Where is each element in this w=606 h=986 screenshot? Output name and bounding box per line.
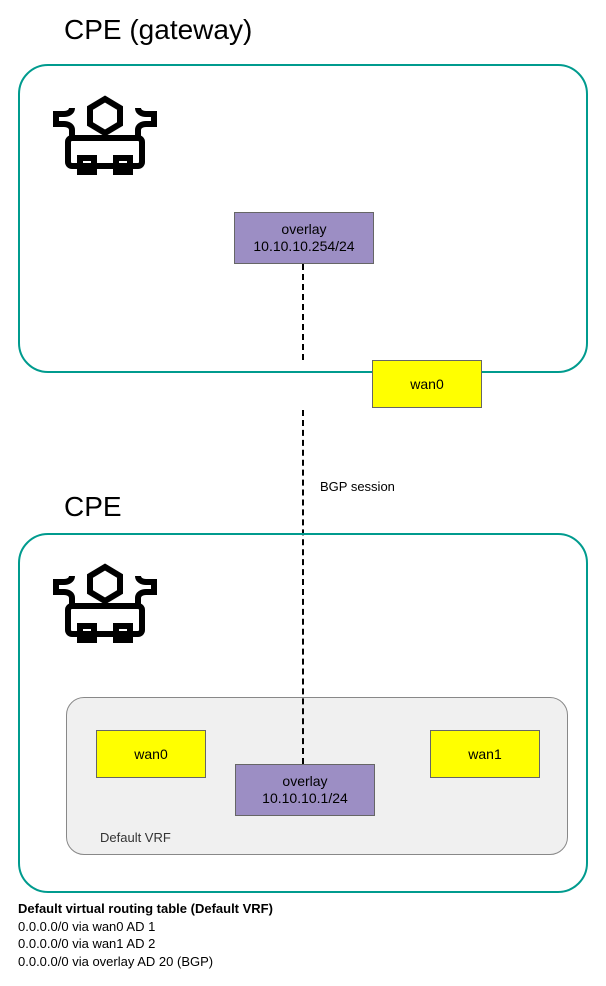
cpe-title: CPE xyxy=(64,491,122,523)
wan1-bottom-box: wan1 xyxy=(430,730,540,778)
dash-top xyxy=(302,264,304,360)
routing-entry: 0.0.0.0/0 via overlay AD 20 (BGP) xyxy=(18,953,273,971)
overlay-top-cidr: 10.10.10.254/24 xyxy=(253,238,354,255)
wan0-top-box: wan0 xyxy=(372,360,482,408)
bgp-session-label: BGP session xyxy=(320,479,395,494)
wan0-bot-label: wan0 xyxy=(134,746,167,763)
overlay-bottom-box: overlay 10.10.10.1/24 xyxy=(235,764,375,816)
wan0-bottom-box: wan0 xyxy=(96,730,206,778)
overlay-top-box: overlay 10.10.10.254/24 xyxy=(234,212,374,264)
wan1-bot-label: wan1 xyxy=(468,746,501,763)
router-icon xyxy=(50,558,160,648)
routing-entry: 0.0.0.0/0 via wan0 AD 1 xyxy=(18,918,273,936)
routing-title: Default virtual routing table (Default V… xyxy=(18,900,273,918)
routing-table: Default virtual routing table (Default V… xyxy=(18,900,273,970)
wan0-top-label: wan0 xyxy=(410,376,443,393)
overlay-top-label: overlay xyxy=(281,221,326,238)
default-vrf-label: Default VRF xyxy=(100,830,171,845)
router-icon xyxy=(50,90,160,180)
overlay-bot-label: overlay xyxy=(282,773,327,790)
gateway-title: CPE (gateway) xyxy=(64,14,252,46)
routing-entry: 0.0.0.0/0 via wan1 AD 2 xyxy=(18,935,273,953)
overlay-bot-cidr: 10.10.10.1/24 xyxy=(262,790,348,807)
